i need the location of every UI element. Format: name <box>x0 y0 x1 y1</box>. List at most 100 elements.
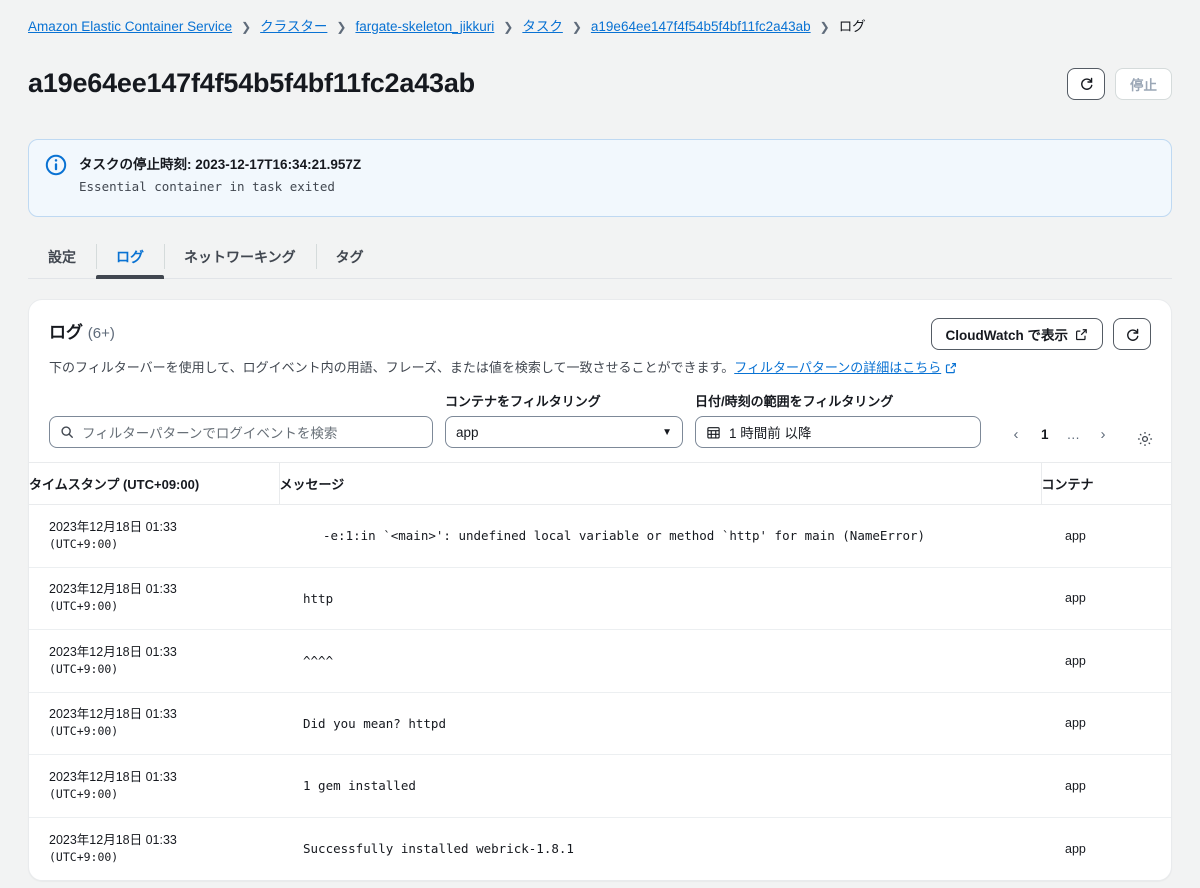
table-preferences-button[interactable] <box>1136 430 1154 448</box>
column-header-message[interactable]: メッセージ <box>278 462 1041 506</box>
cell-container: app <box>1041 754 1171 818</box>
search-input[interactable]: フィルターパターンでログイベントを検索 <box>49 416 433 449</box>
table-row[interactable]: 2023年12月18日 01:33 (UTC+9:00) ^^^^ app <box>29 629 1171 693</box>
container-filter-value: app <box>456 424 479 440</box>
logs-card-description: 下のフィルターバーを使用して、ログイベント内の用語、フレーズ、または値を検索して… <box>49 359 1151 377</box>
refresh-icon <box>1079 76 1094 91</box>
chevron-down-icon: ▼ <box>662 426 672 438</box>
breadcrumb-item-clusters[interactable]: クラスター <box>260 18 327 36</box>
daterange-filter-label: 日付/時刻の範囲をフィルタリング <box>695 394 894 410</box>
external-link-icon <box>945 362 957 374</box>
cell-message: Successfully installed webrick-1.8.1 <box>303 841 574 857</box>
container-filter-label: コンテナをフィルタリング <box>445 394 601 410</box>
refresh-icon <box>1125 327 1140 342</box>
breadcrumb-separator-icon: ❯ <box>336 20 347 34</box>
timestamp-date: 2023年12月18日 01:33 <box>49 832 177 847</box>
container-filter-field: コンテナをフィルタリング app ▼ <box>445 393 683 449</box>
timestamp-zone: (UTC+9:00) <box>49 536 119 551</box>
breadcrumb: Amazon Elastic Container Service ❯ クラスター… <box>0 0 1200 36</box>
logs-refresh-button[interactable] <box>1113 318 1151 351</box>
table-row[interactable]: 2023年12月18日 01:33 (UTC+9:00) -e:1:in `<m… <box>29 504 1171 568</box>
daterange-filter-input[interactable]: 1 時間前 以降 <box>695 416 981 449</box>
message-text: -e:1:in `<main>': undefined local variab… <box>323 528 926 544</box>
timestamp-zone: (UTC+9:00) <box>49 849 119 864</box>
timestamp-date: 2023年12月18日 01:33 <box>49 582 177 597</box>
breadcrumb-separator-icon: ❯ <box>571 20 582 34</box>
breadcrumb-item-cluster-name[interactable]: fargate-skeleton_jikkuri <box>355 18 494 36</box>
cell-message: http <box>279 567 1041 631</box>
log-events-table: タイムスタンプ (UTC+09:00) メッセージ コンテナ 2023年12月1… <box>29 462 1171 880</box>
logs-card-title: ログ (6+) <box>49 318 115 343</box>
cell-container: app <box>1041 692 1171 756</box>
breadcrumb-item-service[interactable]: Amazon Elastic Container Service <box>28 18 232 36</box>
log-table-body: 2023年12月18日 01:33 (UTC+9:00) -e:1:in `<m… <box>29 504 1171 880</box>
logs-description-text: 下のフィルターバーを使用して、ログイベント内の用語、フレーズ、または値を検索して… <box>49 360 735 376</box>
breadcrumb-separator-icon: ❯ <box>819 20 830 34</box>
table-row[interactable]: 2023年12月18日 01:33 (UTC+9:00) 1 gem insta… <box>29 754 1171 818</box>
log-table-head: タイムスタンプ (UTC+09:00) メッセージ コンテナ <box>29 462 1171 506</box>
timestamp-zone: (UTC+9:00) <box>49 724 119 739</box>
search-input-placeholder: フィルターパターンでログイベントを検索 <box>82 426 338 442</box>
breadcrumb-item-task-id[interactable]: a19e64ee147f4f54b5f4bf11fc2a43ab <box>591 18 811 36</box>
column-header-container[interactable]: コンテナ <box>1040 462 1171 506</box>
info-icon <box>45 154 67 176</box>
cell-timestamp: 2023年12月18日 01:33 (UTC+9:00) <box>29 629 279 693</box>
logs-card-header: ログ (6+) CloudWatch で表示 下のフィルターバーを使用して、ログ… <box>29 300 1171 377</box>
alert-body: タスクの停止時刻: 2023-12-17T16:34:21.957Z Essen… <box>79 154 361 195</box>
daterange-filter-field: 日付/時刻の範囲をフィルタリング 1 時間前 以降 <box>695 393 981 449</box>
pagination-page-1[interactable]: 1 <box>1033 427 1057 442</box>
tab-logs[interactable]: ログ <box>96 235 164 280</box>
ecs-task-log-page: Amazon Elastic Container Service ❯ クラスター… <box>0 0 1200 888</box>
page-title: a19e64ee147f4f54b5f4bf11fc2a43ab <box>28 68 475 99</box>
breadcrumb-separator-icon: ❯ <box>503 20 514 34</box>
refresh-button[interactable] <box>1067 67 1105 100</box>
logs-filter-bar: フィルターパターンでログイベントを検索 コンテナをフィルタリング app ▼ 日… <box>29 377 1171 462</box>
timestamp-zone: (UTC+9:00) <box>49 661 119 676</box>
alert-detail: Essential container in task exited <box>79 179 335 195</box>
view-in-cloudwatch-label: CloudWatch で表示 <box>945 328 1069 344</box>
table-row[interactable]: 2023年12月18日 01:33 (UTC+9:00) Successfull… <box>29 817 1171 880</box>
cell-message: 1 gem installed <box>279 754 1041 818</box>
cell-timestamp: 2023年12月18日 01:33 (UTC+9:00) <box>29 692 279 756</box>
alert-title: タスクの停止時刻: 2023-12-17T16:34:21.957Z <box>79 157 362 173</box>
external-link-icon <box>1075 328 1088 341</box>
logs-card-actions: CloudWatch で表示 <box>930 318 1151 351</box>
filter-pattern-help-link[interactable]: フィルターパターンの詳細はこちら <box>734 360 941 375</box>
task-stopped-alert: タスクの停止時刻: 2023-12-17T16:34:21.957Z Essen… <box>28 139 1172 218</box>
gear-icon <box>1136 430 1154 448</box>
table-row[interactable]: 2023年12月18日 01:33 (UTC+9:00) http app <box>29 567 1171 631</box>
timestamp-date: 2023年12月18日 01:33 <box>49 519 177 534</box>
tab-tags[interactable]: タグ <box>315 235 384 278</box>
timestamp-date: 2023年12月18日 01:33 <box>49 644 177 659</box>
timestamp-zone: (UTC+9:00) <box>49 786 119 801</box>
pagination-next-button[interactable]: › <box>1090 420 1116 448</box>
page-header-actions: 停止 <box>1067 67 1172 100</box>
pagination: ‹ 1 … › <box>1003 420 1116 448</box>
breadcrumb-separator-icon: ❯ <box>241 20 252 34</box>
cell-message: -e:1:in `<main>': undefined local variab… <box>279 504 1041 568</box>
tab-configuration[interactable]: 設定 <box>28 235 96 278</box>
table-row[interactable]: 2023年12月18日 01:33 (UTC+9:00) Did you mea… <box>29 692 1171 756</box>
breadcrumb-item-logs: ログ <box>838 19 866 34</box>
cell-message: Did you mean? httpd <box>279 692 1041 756</box>
view-in-cloudwatch-button[interactable]: CloudWatch で表示 <box>930 318 1103 351</box>
timestamp-zone: (UTC+9:00) <box>49 599 119 614</box>
cell-container: app <box>1041 629 1171 693</box>
breadcrumb-item-tasks[interactable]: タスク <box>522 18 563 36</box>
cell-container: app <box>1065 841 1086 856</box>
cell-timestamp: 2023年12月18日 01:33 (UTC+9:00) <box>29 567 279 631</box>
page-header: a19e64ee147f4f54b5f4bf11fc2a43ab 停止 <box>0 36 1200 117</box>
task-detail-tabs: 設定 ログ ネットワーキング タグ <box>28 235 1172 280</box>
pagination-prev-button[interactable]: ‹ <box>1003 420 1029 448</box>
table-header-row: タイムスタンプ (UTC+09:00) メッセージ コンテナ <box>29 462 1171 506</box>
container-filter-select[interactable]: app ▼ <box>445 416 683 449</box>
logs-title-text: ログ <box>49 323 83 343</box>
cell-container: app <box>1041 504 1171 568</box>
column-header-timestamp[interactable]: タイムスタンプ (UTC+09:00) <box>29 462 279 506</box>
stop-task-button[interactable]: 停止 <box>1115 67 1172 100</box>
tab-networking[interactable]: ネットワーキング <box>164 235 316 278</box>
search-icon <box>60 425 74 439</box>
logs-count-badge: (6+) <box>87 325 115 343</box>
cell-timestamp: 2023年12月18日 01:33 (UTC+9:00) <box>29 817 279 880</box>
logs-card: ログ (6+) CloudWatch で表示 下のフィルターバーを使用して、ログ… <box>28 299 1172 881</box>
